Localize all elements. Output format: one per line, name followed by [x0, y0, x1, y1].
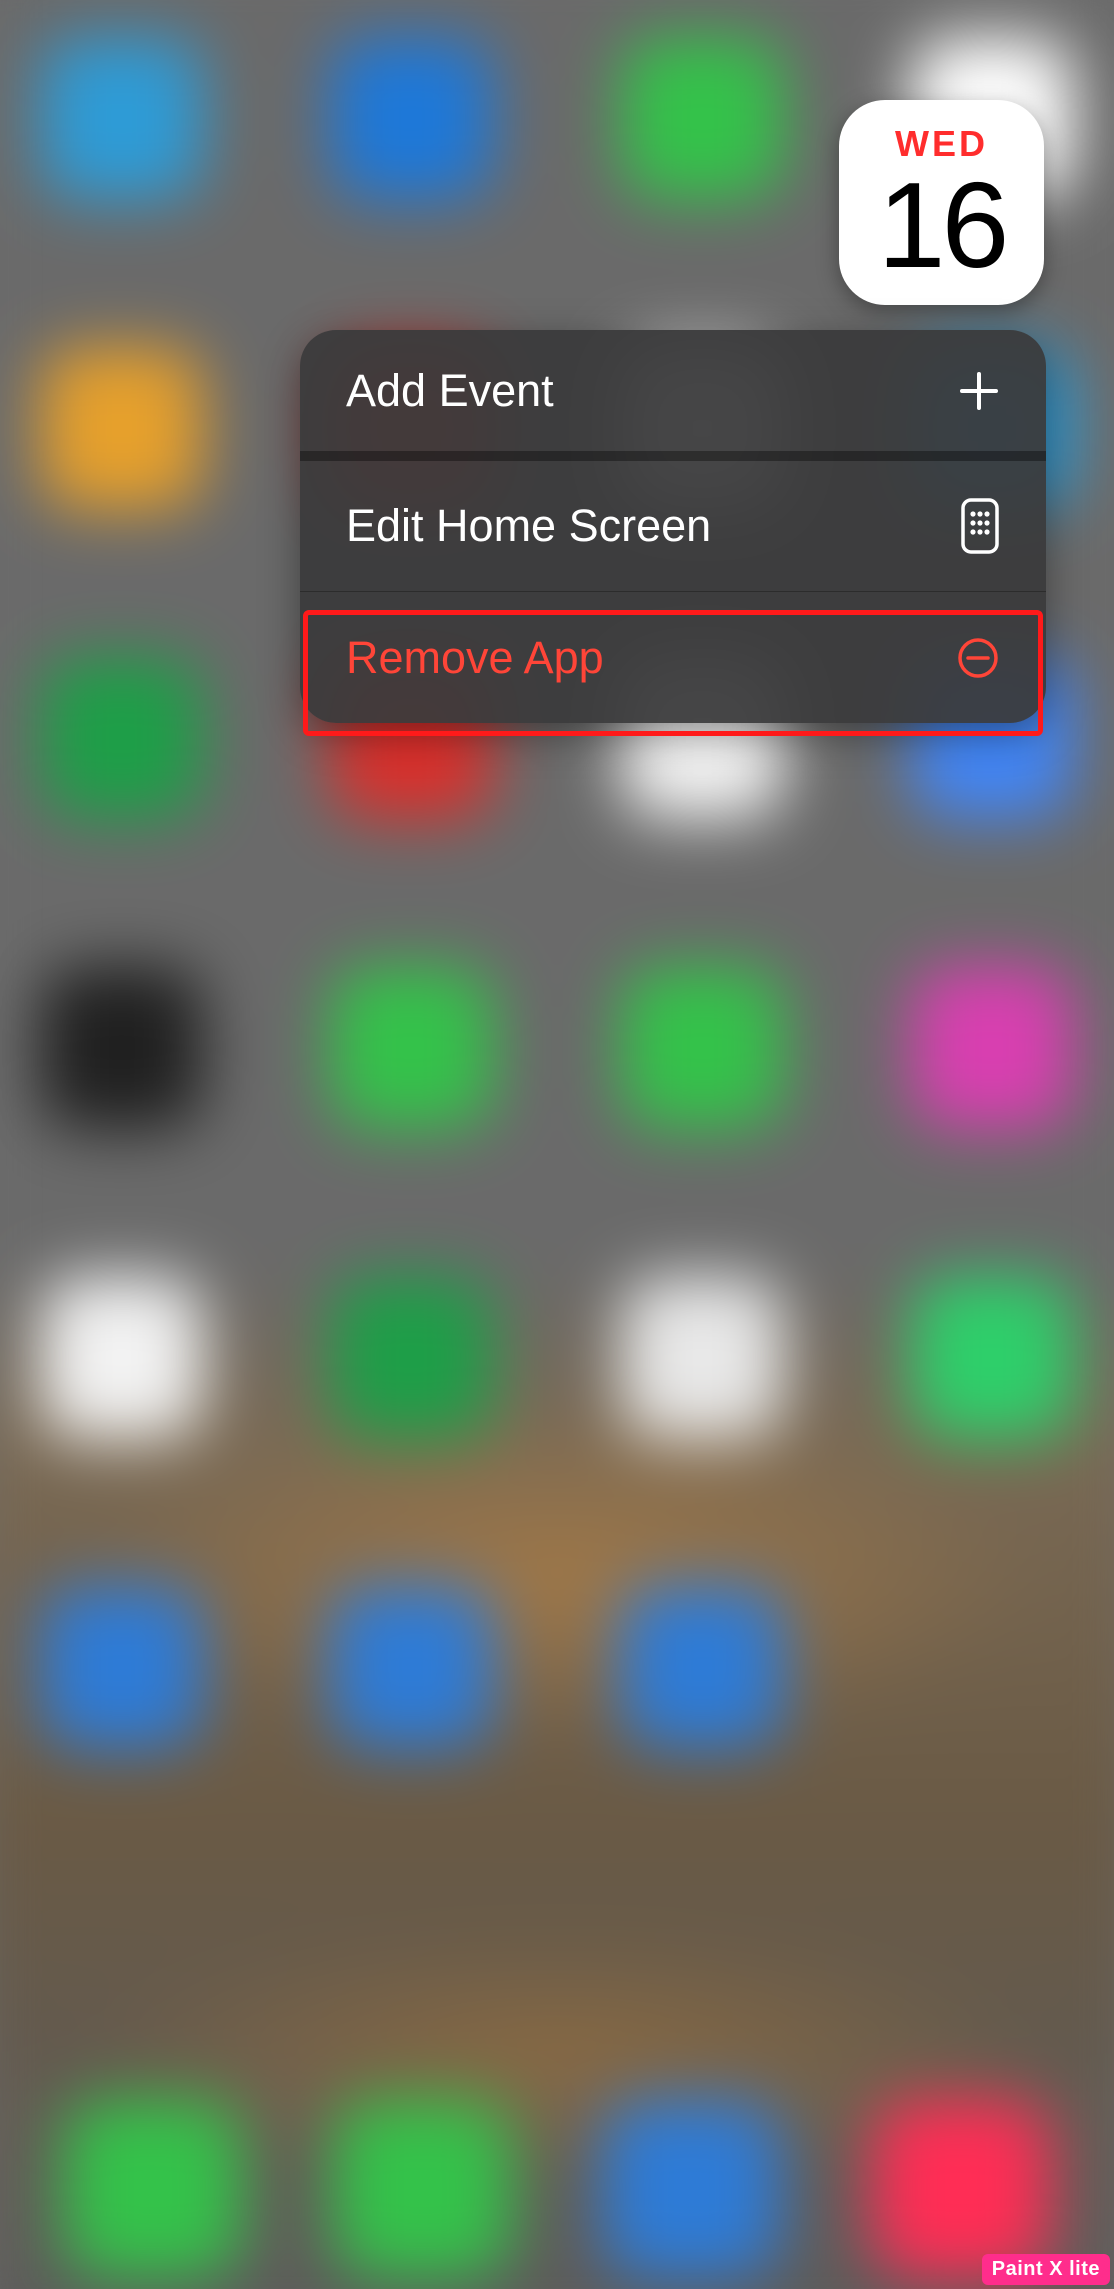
menu-item-label: Remove App — [346, 632, 604, 684]
phone-apps-icon — [960, 498, 1000, 554]
foreground-layer: WED 16 Add Event Edit Home Screen — [0, 0, 1114, 2289]
remove-app-item[interactable]: Remove App — [300, 592, 1046, 723]
app-context-menu: Add Event Edit Home Screen — [300, 330, 1046, 723]
edit-home-screen-item[interactable]: Edit Home Screen — [300, 461, 1046, 592]
add-event-item[interactable]: Add Event — [300, 330, 1046, 461]
menu-item-label: Add Event — [346, 365, 554, 417]
plus-icon — [958, 370, 1000, 412]
calendar-app-icon[interactable]: WED 16 — [839, 100, 1044, 305]
menu-item-label: Edit Home Screen — [346, 500, 711, 552]
paintx-watermark: Paint X lite — [982, 2254, 1110, 2285]
minus-circle-icon — [956, 636, 1000, 680]
home-screen: WED 16 Add Event Edit Home Screen — [0, 0, 1114, 2289]
calendar-date-number: 16 — [878, 164, 1006, 286]
